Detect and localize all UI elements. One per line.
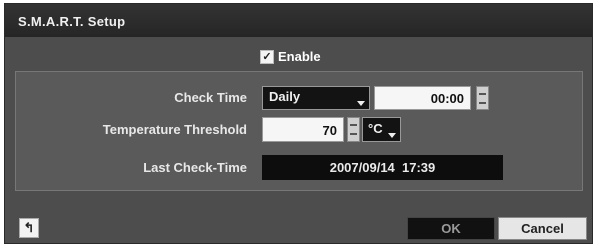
check-time-frequency-dropdown[interactable]: Daily (262, 86, 370, 110)
ok-button[interactable]: OK (407, 217, 495, 240)
cancel-label: Cancel (521, 221, 564, 236)
temperature-unit-dropdown[interactable]: °C (362, 117, 401, 142)
last-check-time-readout: 2007/09/14 17:39 (262, 155, 503, 180)
return-arrow-icon[interactable]: ↰ (19, 218, 39, 238)
temperature-unit: °C (368, 121, 383, 136)
frequency-value: Daily (269, 89, 301, 104)
enable-label: Enable (278, 49, 321, 64)
last-check-time-label: Last Check-Time (143, 160, 247, 175)
check-time-label: Check Time (174, 90, 247, 105)
last-check-time-value: 2007/09/14 17:39 (329, 160, 436, 175)
check-time-value: 00:00 (430, 91, 464, 106)
increment-icon[interactable] (479, 93, 486, 95)
enable-checkbox[interactable]: ✓ Enable (260, 49, 321, 64)
dialog-title: S.M.A.R.T. Setup (18, 14, 126, 29)
temperature-threshold-field[interactable]: 70 (262, 117, 344, 142)
title-bar: S.M.A.R.T. Setup (5, 4, 592, 37)
check-time-field[interactable]: 00:00 (374, 86, 471, 110)
chevron-down-icon (388, 133, 396, 138)
chevron-down-icon (357, 101, 365, 106)
decrement-icon[interactable] (350, 133, 357, 135)
check-time-stepper[interactable] (476, 86, 489, 110)
ok-label: OK (441, 221, 461, 236)
check-icon[interactable]: ✓ (260, 49, 274, 64)
increment-icon[interactable] (350, 124, 357, 126)
decrement-icon[interactable] (479, 102, 486, 104)
temperature-value: 70 (322, 123, 337, 138)
smart-setup-dialog: S.M.A.R.T. Setup ✓ Enable Check Time Dai… (4, 3, 593, 244)
temperature-threshold-label: Temperature Threshold (102, 122, 247, 137)
temperature-stepper[interactable] (347, 117, 360, 142)
cancel-button[interactable]: Cancel (498, 217, 587, 240)
settings-panel: Check Time Daily 00:00 Temperature Thres… (15, 71, 583, 191)
